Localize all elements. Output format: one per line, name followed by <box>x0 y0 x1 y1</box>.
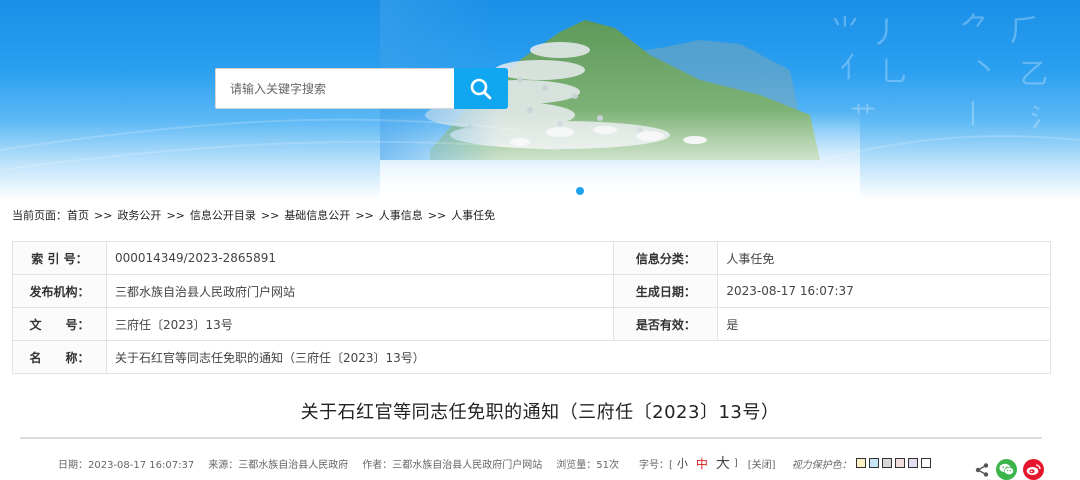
table-row: 名 称： 关于石红官等同志任免职的通知（三府任〔2023〕13号） <box>12 340 1052 374</box>
breadcrumb-prefix: 当前页面： <box>12 209 67 222</box>
breadcrumb-separator: >> <box>260 209 280 222</box>
created-date-label: 生成日期： <box>613 274 719 308</box>
article-meta: 日期：2023-08-17 16:07:37 来源：三都水族自治县人民政府 作者… <box>58 453 931 473</box>
publisher-value: 三都水族自治县人民政府门户网站 <box>105 274 615 308</box>
view-count: 浏览量：51次 <box>556 459 619 471</box>
article-author: 作者：三都水族自治县人民政府门户网站 <box>362 459 543 471</box>
font-size-large-button[interactable]: 大 <box>716 453 730 473</box>
breadcrumb-separator: >> <box>166 209 185 222</box>
color-swatch-white[interactable] <box>920 458 931 468</box>
breadcrumb-home[interactable]: 首页 <box>67 209 89 222</box>
color-swatch-pink[interactable] <box>894 458 905 468</box>
category-value: 人事任免 <box>717 241 1051 275</box>
color-swatch-purple[interactable] <box>907 458 918 468</box>
carousel-dot[interactable] <box>576 187 584 195</box>
doc-name-label: 名 称： <box>12 340 107 374</box>
color-swatch-blue[interactable] <box>868 458 879 468</box>
font-size-label: 字号：[ <box>638 459 673 471</box>
weibo-icon <box>1026 464 1041 475</box>
wechat-icon <box>999 463 1014 476</box>
breadcrumb-separator: >> <box>94 209 113 222</box>
breadcrumb-basic-info[interactable]: 基础信息公开 <box>284 209 350 222</box>
doc-number-label: 文 号： <box>12 307 107 341</box>
table-row: 索 引 号： 000014349/2023-2865891 信息分类： 人事任免 <box>12 241 1051 275</box>
share-icon[interactable] <box>974 462 990 478</box>
validity-value: 是 <box>717 307 1051 341</box>
doc-number-value: 三府任〔2023〕13号 <box>105 307 615 341</box>
breadcrumb-appointments[interactable]: 人事任免 <box>451 209 495 222</box>
banner-landscape <box>0 0 1080 200</box>
doc-name-value: 关于石红官等同志任免职的通知（三府任〔2023〕13号） <box>105 340 1052 374</box>
created-date-value: 2023-08-17 16:07:37 <box>717 274 1051 308</box>
search-button[interactable] <box>454 68 508 109</box>
breadcrumb-separator: >> <box>355 209 374 222</box>
title-divider <box>20 437 1042 439</box>
close-button[interactable]: [关闭] <box>748 456 776 471</box>
breadcrumb-info-directory[interactable]: 信息公开目录 <box>190 209 256 222</box>
breadcrumb-personnel-info[interactable]: 人事信息 <box>379 209 423 222</box>
search-icon <box>470 78 492 99</box>
table-row: 发布机构： 三都水族自治县人民政府门户网站 生成日期： 2023-08-17 1… <box>12 274 1051 308</box>
font-size-medium-button[interactable]: 中 <box>696 455 708 472</box>
search-bar <box>215 68 508 109</box>
header-banner: ⺌ 丿 ⺈ ⺁ 亻 乚 丶 乙 ⺾ 丨 ⺡ <box>0 0 1080 200</box>
validity-label: 是否有效： <box>613 307 719 341</box>
eye-protection-label: 视力保护色： <box>791 459 852 471</box>
publisher-label: 发布机构： <box>12 274 107 308</box>
color-swatch-gray[interactable] <box>881 458 892 468</box>
weibo-share-button[interactable] <box>1023 459 1044 480</box>
font-size-end: ] <box>733 457 738 469</box>
category-label: 信息分类： <box>613 241 719 275</box>
index-label: 索 引 号： <box>12 241 107 275</box>
breadcrumb: 当前页面：首页 >> 政务公开 >> 信息公开目录 >> 基础信息公开 >> 人事信息 >> 人事任… <box>12 207 495 223</box>
article-source: 来源：三都水族自治县人民政府 <box>208 459 349 471</box>
breadcrumb-gov-affairs[interactable]: 政务公开 <box>117 209 161 222</box>
share-bar <box>974 459 1044 480</box>
table-row: 文 号： 三府任〔2023〕13号 是否有效： 是 <box>12 307 1051 341</box>
document-info-table: 索 引 号： 000014349/2023-2865891 信息分类： 人事任免… <box>12 241 1052 374</box>
publish-date: 日期：2023-08-17 16:07:37 <box>58 459 195 471</box>
font-size-small-button[interactable]: 小 <box>677 455 688 471</box>
page-title: 关于石红官等同志任免职的通知（三府任〔2023〕13号） <box>300 402 780 423</box>
breadcrumb-separator: >> <box>427 209 447 222</box>
eye-protection-swatches <box>855 458 931 468</box>
color-swatch-yellow[interactable] <box>855 458 866 468</box>
index-value: 000014349/2023-2865891 <box>105 241 615 275</box>
search-input[interactable] <box>215 68 455 109</box>
wechat-share-button[interactable] <box>996 459 1017 480</box>
